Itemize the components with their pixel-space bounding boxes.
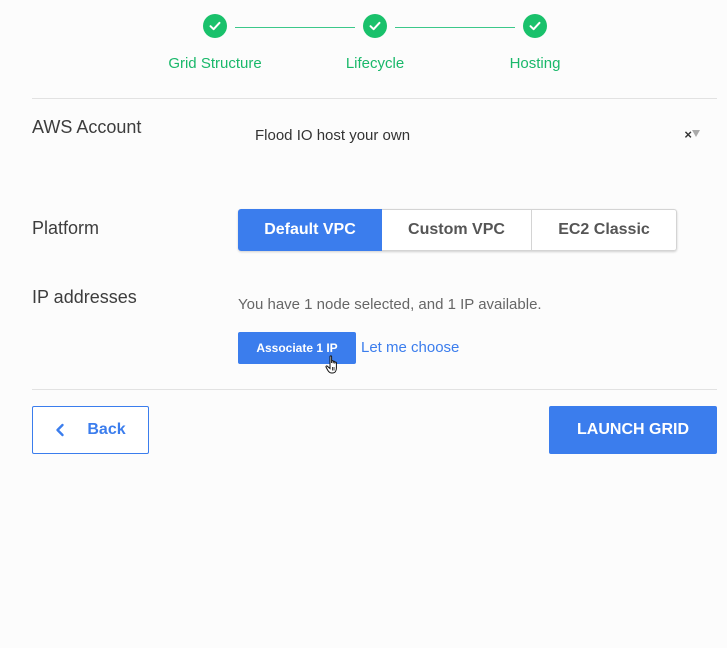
clear-icon[interactable]: × [684,127,692,142]
ip-info-text: You have 1 node selected, and 1 IP avail… [238,296,542,313]
step-hosting: Hosting [465,14,605,72]
platform-selector: Default VPC Custom VPC EC2 Classic [238,209,677,251]
back-button-label: Back [87,421,126,438]
aws-account-select[interactable]: Flood IO host your own × [238,116,708,156]
platform-option-ec2-classic[interactable]: EC2 Classic [532,209,677,251]
aws-account-label: AWS Account [32,117,142,137]
divider [32,389,717,390]
step-label: Lifecycle [345,55,405,72]
step-grid-structure: Grid Structure [145,14,285,72]
step-lifecycle: Lifecycle [305,14,445,72]
chevron-down-icon[interactable] [692,130,700,137]
back-button[interactable]: Back [32,406,149,454]
platform-option-custom-vpc[interactable]: Custom VPC [382,209,532,251]
aws-account-value: Flood IO host your own [255,127,411,144]
let-me-choose-link[interactable]: Let me choose [361,339,459,356]
platform-option-default-vpc[interactable]: Default VPC [238,209,382,251]
chevron-left-icon [55,423,65,437]
divider [32,98,717,99]
hand-cursor-icon [325,355,341,380]
platform-label: Platform [32,218,100,238]
checkmark-icon [523,14,547,38]
progress-stepper: Grid Structure Lifecycle Hosting [0,0,727,98]
step-label: Grid Structure [168,55,262,72]
ip-addresses-label: IP addresses [32,287,137,307]
checkmark-icon [203,14,227,38]
checkmark-icon [363,14,387,38]
step-label: Hosting [509,55,561,72]
launch-grid-button[interactable]: LAUNCH GRID [549,406,717,454]
